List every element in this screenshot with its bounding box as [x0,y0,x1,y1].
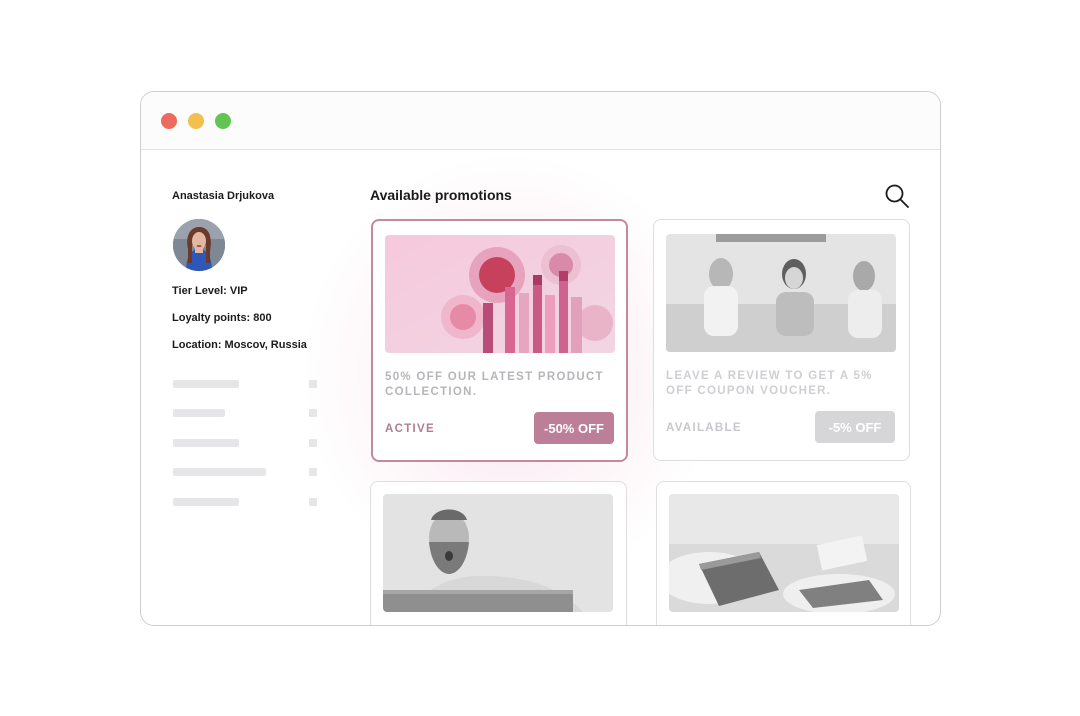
loyalty-points: Loyalty points: 800 [172,312,272,324]
promotion-description: LEAVE A REVIEW TO GET A 5% OFF COUPON VO… [666,370,873,397]
discount-badge[interactable]: -5% OFF [815,411,895,443]
cake-dessert-image [669,494,899,612]
maximize-window-button[interactable] [215,113,231,129]
promotion-status: AVAILABLE [666,422,742,434]
promotion-status: ACTIVE [385,423,435,435]
cosmetics-product-image [385,235,615,353]
page-title: Available promotions [370,187,512,203]
promotion-description: 50% OFF OUR LATEST PRODUCT COLLECTION. [385,371,604,398]
surprised-man-image [383,494,613,612]
search-icon[interactable] [884,183,910,209]
close-window-button[interactable] [161,113,177,129]
discount-badge[interactable]: -50% OFF [534,412,614,444]
friends-on-sofa-image [666,234,896,352]
minimize-window-button[interactable] [188,113,204,129]
location: Location: Moscov, Russia [172,339,307,351]
avatar[interactable] [173,219,225,271]
promotion-card[interactable] [656,481,911,625]
promotion-card[interactable] [370,481,627,625]
window-titlebar [141,92,940,150]
user-name: Anastasia Drjukova [172,190,275,202]
tier-level: Tier Level: VIP [172,285,248,297]
promotion-card-active[interactable]: 50% OFF OUR LATEST PRODUCT COLLECTION. A… [371,219,628,462]
browser-window: Anastasia Drjukova Tier Level: VIP Loyal… [140,91,941,626]
promotion-card-available[interactable]: LEAVE A REVIEW TO GET A 5% OFF COUPON VO… [653,219,910,461]
